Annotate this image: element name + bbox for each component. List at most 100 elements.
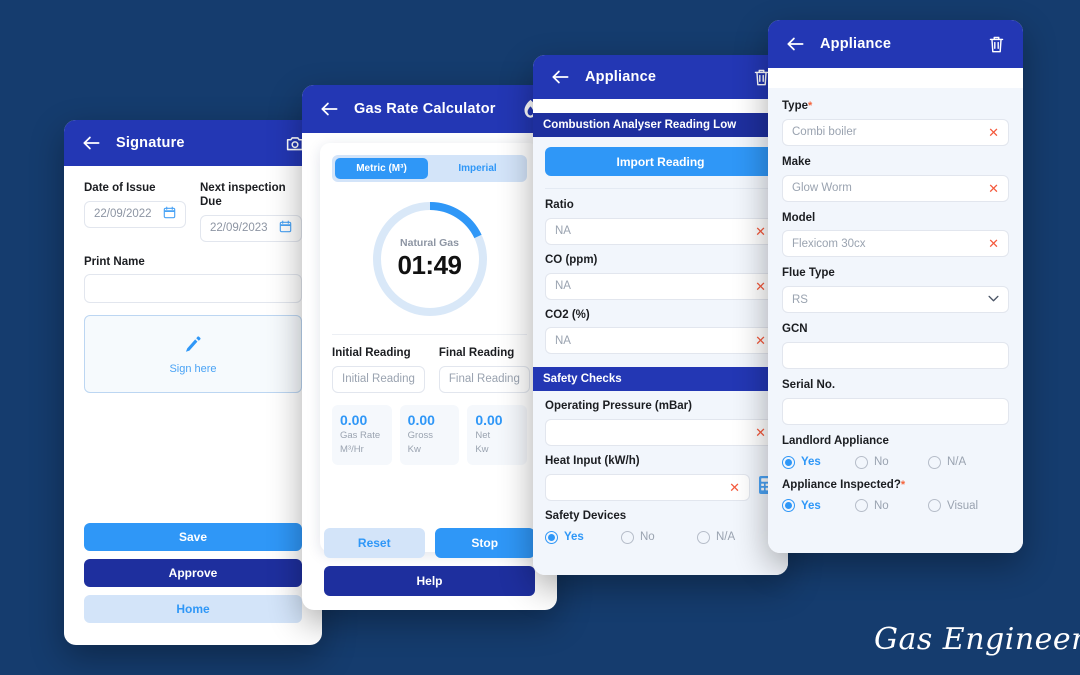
gcn-group: GCN xyxy=(782,323,1009,369)
gas-rate-header: Gas Rate Calculator xyxy=(302,85,557,133)
date-of-issue-value: 22/09/2022 xyxy=(94,208,152,221)
landlord-appliance-radios: Yes No N/A xyxy=(782,455,1009,469)
sign-here-label: Sign here xyxy=(169,362,217,375)
safety-devices-yes[interactable]: Yes xyxy=(545,530,621,544)
clear-x-icon[interactable]: ✕ xyxy=(755,334,766,347)
model-group: Model Flexicom 30cx ✕ xyxy=(782,212,1009,258)
type-input[interactable]: Combi boiler ✕ xyxy=(782,118,1009,146)
clear-x-icon[interactable]: ✕ xyxy=(755,280,766,293)
co2-percent-input[interactable]: NA ✕ xyxy=(545,327,776,355)
final-reading-placeholder: Final Reading xyxy=(448,373,520,386)
co-ppm-input[interactable]: NA ✕ xyxy=(545,272,776,300)
make-input[interactable]: Glow Worm ✕ xyxy=(782,174,1009,202)
model-input[interactable]: Flexicom 30cx ✕ xyxy=(782,230,1009,258)
page-title: Appliance xyxy=(585,69,657,85)
model-label: Model xyxy=(782,211,816,224)
signature-header: Signature xyxy=(64,120,322,166)
reading-inputs-row: Initial Reading Initial Reading Final Re… xyxy=(332,347,530,393)
calendar-icon[interactable] xyxy=(279,220,292,236)
approve-button[interactable]: Approve xyxy=(84,559,302,587)
home-button[interactable]: Home xyxy=(84,595,302,623)
pen-icon xyxy=(183,334,203,359)
tab-metric[interactable]: Metric (M³) xyxy=(335,158,428,179)
flue-type-group: Flue Type RS xyxy=(782,267,1009,314)
radio-dot-icon xyxy=(782,499,795,513)
divider xyxy=(545,188,776,189)
gcn-input[interactable] xyxy=(782,341,1009,369)
print-name-input[interactable] xyxy=(84,274,302,304)
initial-reading-input[interactable]: Initial Reading xyxy=(332,365,425,393)
clear-x-icon[interactable]: ✕ xyxy=(755,426,766,439)
date-of-issue-group: Date of Issue 22/09/2022 xyxy=(84,182,186,242)
help-button[interactable]: Help xyxy=(324,566,535,596)
stat-gross: 0.00 Gross Kw xyxy=(399,404,460,465)
flue-type-select[interactable]: RS xyxy=(782,286,1009,314)
next-inspection-input[interactable]: 22/09/2023 xyxy=(200,214,302,242)
radio-dot-icon xyxy=(697,530,710,544)
safety-devices-label: Safety Devices xyxy=(545,509,627,522)
serial-no-input[interactable] xyxy=(782,397,1009,425)
appliance-inspected-radios: Yes No Visual xyxy=(782,499,1009,513)
co-ppm-label: CO (ppm) xyxy=(545,253,598,266)
arrow-left-icon[interactable] xyxy=(549,66,571,88)
print-name-group: Print Name xyxy=(84,256,302,304)
stat-value: 0.00 xyxy=(475,411,503,428)
calendar-icon[interactable] xyxy=(163,206,176,222)
stat-net: 0.00 Net Kw xyxy=(467,404,528,465)
final-reading-input[interactable]: Final Reading xyxy=(438,365,530,393)
gauge-labels: Natural Gas 01:49 xyxy=(369,198,491,320)
clear-x-icon[interactable]: ✕ xyxy=(755,225,766,238)
appliance-inspected-no[interactable]: No xyxy=(855,499,928,513)
landlord-appliance-na[interactable]: N/A xyxy=(928,455,966,469)
appliance-header: Appliance xyxy=(768,20,1023,68)
combustion-appliance-panel: Appliance Combustion Analyser Reading Lo… xyxy=(533,55,788,575)
arrow-left-icon[interactable] xyxy=(318,98,340,120)
next-inspection-label: Next inspection Due xyxy=(200,182,286,208)
gas-rate-gauge: Natural Gas 01:49 xyxy=(369,198,491,320)
clear-x-icon[interactable]: ✕ xyxy=(988,182,999,195)
operating-pressure-group: Operating Pressure (mBar) ✕ xyxy=(545,400,776,447)
page-title: Gas Rate Calculator xyxy=(354,101,496,117)
operating-pressure-input[interactable]: ✕ xyxy=(545,419,776,447)
save-button[interactable]: Save xyxy=(84,523,302,551)
chevron-down-icon[interactable] xyxy=(988,294,999,305)
appliance-inspected-visual[interactable]: Visual xyxy=(928,499,978,513)
date-of-issue-input[interactable]: 22/09/2022 xyxy=(84,200,186,228)
clear-x-icon[interactable]: ✕ xyxy=(988,126,999,139)
appliance-inspected-group: Appliance Inspected?* Yes No Visual xyxy=(782,479,1009,513)
safety-checks-form: Operating Pressure (mBar) ✕ Heat Input (… xyxy=(533,391,788,544)
arrow-left-icon[interactable] xyxy=(80,132,102,154)
ratio-input[interactable]: NA ✕ xyxy=(545,217,776,245)
results-row: 0.00 Gas Rate M³/Hr 0.00 Gross Kw 0.00 N… xyxy=(332,404,528,465)
clear-x-icon[interactable]: ✕ xyxy=(988,237,999,250)
radio-label: Yes xyxy=(801,499,821,512)
tab-imperial[interactable]: Imperial xyxy=(431,158,524,179)
heat-input-field[interactable]: ✕ xyxy=(545,473,750,501)
landlord-appliance-yes[interactable]: Yes xyxy=(782,455,855,469)
safety-devices-na[interactable]: N/A xyxy=(697,530,736,544)
radio-label: No xyxy=(874,456,889,469)
appliance-inspected-label: Appliance Inspected?* xyxy=(782,478,906,491)
trash-icon[interactable] xyxy=(985,33,1007,55)
reset-button[interactable]: Reset xyxy=(324,528,425,558)
make-label: Make xyxy=(782,155,811,168)
page-title: Signature xyxy=(116,135,185,151)
import-reading-button[interactable]: Import Reading xyxy=(545,147,776,176)
heat-input-group: Heat Input (kW/h) ✕ xyxy=(545,455,776,501)
arrow-left-icon[interactable] xyxy=(784,33,806,55)
landlord-appliance-no[interactable]: No xyxy=(855,455,928,469)
radio-dot-icon xyxy=(928,455,941,469)
clear-x-icon[interactable]: ✕ xyxy=(729,481,740,494)
sign-here-area[interactable]: Sign here xyxy=(84,315,302,394)
next-inspection-value: 22/09/2023 xyxy=(210,222,268,235)
radio-label: N/A xyxy=(716,531,736,544)
serial-no-label: Serial No. xyxy=(782,378,836,391)
serial-no-group: Serial No. xyxy=(782,379,1009,425)
stop-button[interactable]: Stop xyxy=(434,528,535,558)
appliance-inspected-yes[interactable]: Yes xyxy=(782,499,855,513)
safety-devices-no[interactable]: No xyxy=(621,530,697,544)
make-group: Make Glow Worm ✕ xyxy=(782,156,1009,202)
next-inspection-group: Next inspection Due 22/09/2023 xyxy=(200,182,302,242)
heat-input-label: Heat Input (kW/h) xyxy=(545,455,640,468)
stat-unit: M³/Hr xyxy=(340,444,364,456)
